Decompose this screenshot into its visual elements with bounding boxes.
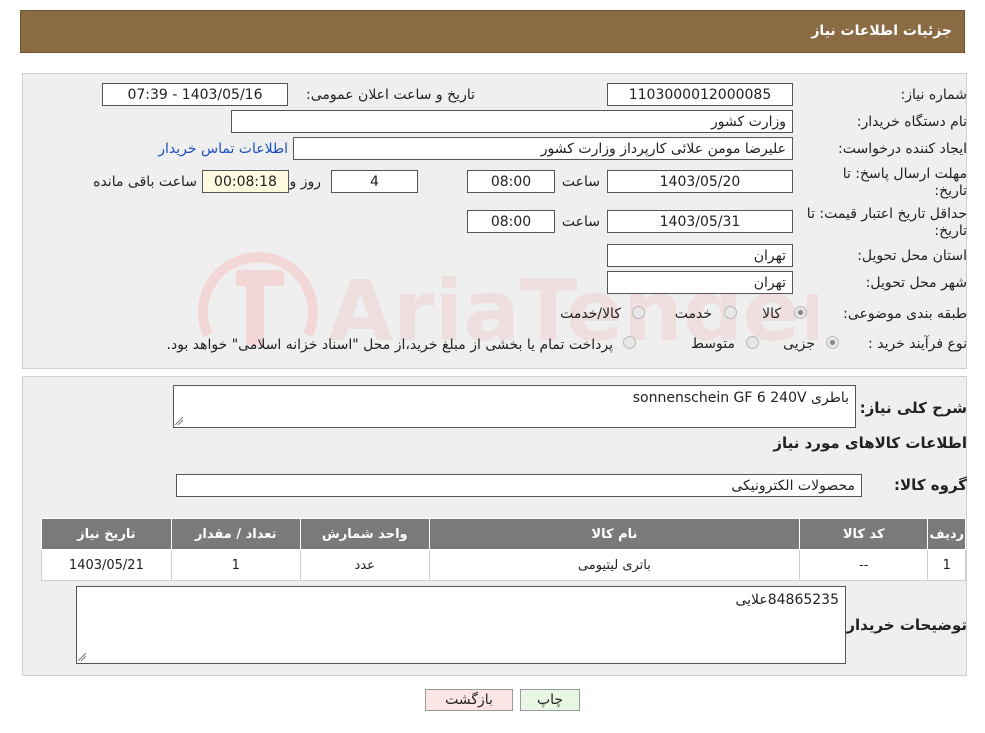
- back-button[interactable]: بازگشت: [425, 689, 513, 711]
- validity-time-field: 08:00: [467, 210, 555, 233]
- col-goods-name: نام کالا: [428, 518, 800, 550]
- days-field: 4: [331, 170, 418, 193]
- goods-group-field: محصولات الکترونیکی: [176, 474, 862, 497]
- need-number-label: شماره نیاز:: [900, 87, 968, 103]
- col-unit: واحد شمارش: [299, 518, 430, 550]
- table-header-row: ردیف کد کالا نام کالا واحد شمارش تعداد /…: [41, 518, 966, 550]
- cell-quantity: 1: [170, 549, 301, 581]
- category-radio-service[interactable]: [724, 306, 737, 319]
- remaining-time-field: 00:08:18: [202, 170, 289, 193]
- category-label: طبقه بندی موضوعی:: [843, 306, 967, 322]
- summary-label: شرح کلی نیاز:: [859, 399, 967, 417]
- process-note: پرداخت تمام یا بخشی از مبلغ خرید،از محل …: [166, 337, 613, 353]
- buyer-org-label: نام دستگاه خریدار:: [856, 114, 967, 130]
- table-row: 1 -- باتری لیتیومی عدد 1 1403/05/21: [41, 549, 966, 581]
- cell-row-number: 1: [927, 549, 966, 581]
- cell-unit: عدد: [299, 549, 430, 581]
- announce-label: تاریخ و ساعت اعلان عمومی:: [306, 87, 475, 103]
- requester-field: علیرضا مومن علائی کارپرداز وزارت کشور: [293, 137, 793, 160]
- cell-goods-code: --: [798, 549, 929, 581]
- notes-resize-handle[interactable]: [78, 653, 86, 661]
- remaining-label: ساعت باقی مانده: [93, 174, 197, 190]
- deadline-label: مهلت ارسال پاسخ: تا: [842, 166, 967, 182]
- process-radio-medium[interactable]: [746, 336, 759, 349]
- validity-label-date: تاریخ:: [934, 223, 967, 239]
- validity-date-field: 1403/05/31: [607, 210, 793, 233]
- process-radio-treasury[interactable]: [623, 336, 636, 349]
- category-option-goods-service: کالا/خدمت: [560, 306, 621, 322]
- goods-group-label: گروه کالا:: [894, 476, 967, 494]
- summary-textarea[interactable]: باطری sonnenschein GF 6 240V: [173, 385, 856, 428]
- summary-text: باطری sonnenschein GF 6 240V: [632, 390, 849, 406]
- category-option-goods: کالا: [762, 306, 781, 322]
- col-row-number: ردیف: [927, 518, 966, 550]
- process-label: نوع فرآیند خرید :: [868, 336, 967, 352]
- deadline-time-label: ساعت: [561, 174, 600, 190]
- need-number-field: 1103000012000085: [607, 83, 793, 106]
- validity-time-label: ساعت: [561, 214, 600, 230]
- process-radio-minor[interactable]: [826, 336, 839, 349]
- col-quantity: تعداد / مقدار: [170, 518, 301, 550]
- deadline-label-date: تاریخ:: [934, 183, 967, 199]
- goods-info-title: اطلاعات کالاهای مورد نیاز: [773, 434, 967, 452]
- goods-table: ردیف کد کالا نام کالا واحد شمارش تعداد /…: [41, 518, 966, 581]
- deadline-date-field: 1403/05/20: [607, 170, 793, 193]
- city-field: تهران: [607, 271, 793, 294]
- page-header: جزئیات اطلاعات نیاز: [20, 10, 965, 53]
- print-button[interactable]: چاپ: [520, 689, 580, 711]
- days-label: روز و: [289, 174, 322, 190]
- announce-field: 1403/05/16 - 07:39: [102, 83, 288, 106]
- category-option-service: خدمت: [674, 306, 712, 322]
- col-need-date: تاریخ نیاز: [41, 518, 172, 550]
- buyer-notes-label: توضیحات خریدار:: [840, 616, 967, 634]
- province-label: استان محل تحویل:: [857, 248, 967, 264]
- cell-need-date: 1403/05/21: [41, 549, 172, 581]
- col-goods-code: کد کالا: [798, 518, 929, 550]
- buyer-notes-text: 84865235علایی: [735, 592, 839, 608]
- page-title: جزئیات اطلاعات نیاز: [811, 23, 952, 39]
- buyer-org-field: وزارت کشور: [231, 110, 793, 133]
- cell-goods-name: باتری لیتیومی: [428, 549, 800, 581]
- buyer-notes-textarea[interactable]: 84865235علایی: [76, 586, 846, 664]
- process-option-minor: جزیی: [783, 336, 815, 352]
- validity-label: حداقل تاریخ اعتبار قیمت: تا: [806, 206, 967, 222]
- process-option-medium: متوسط: [691, 336, 735, 352]
- requester-label: ایجاد کننده درخواست:: [838, 141, 967, 157]
- city-label: شهر محل تحویل:: [865, 275, 967, 291]
- category-radio-goods-service[interactable]: [632, 306, 645, 319]
- province-field: تهران: [607, 244, 793, 267]
- summary-resize-handle[interactable]: [175, 417, 183, 425]
- deadline-time-field: 08:00: [467, 170, 555, 193]
- buyer-contact-link[interactable]: اطلاعات تماس خریدار: [158, 141, 288, 157]
- category-radio-goods[interactable]: [794, 306, 807, 319]
